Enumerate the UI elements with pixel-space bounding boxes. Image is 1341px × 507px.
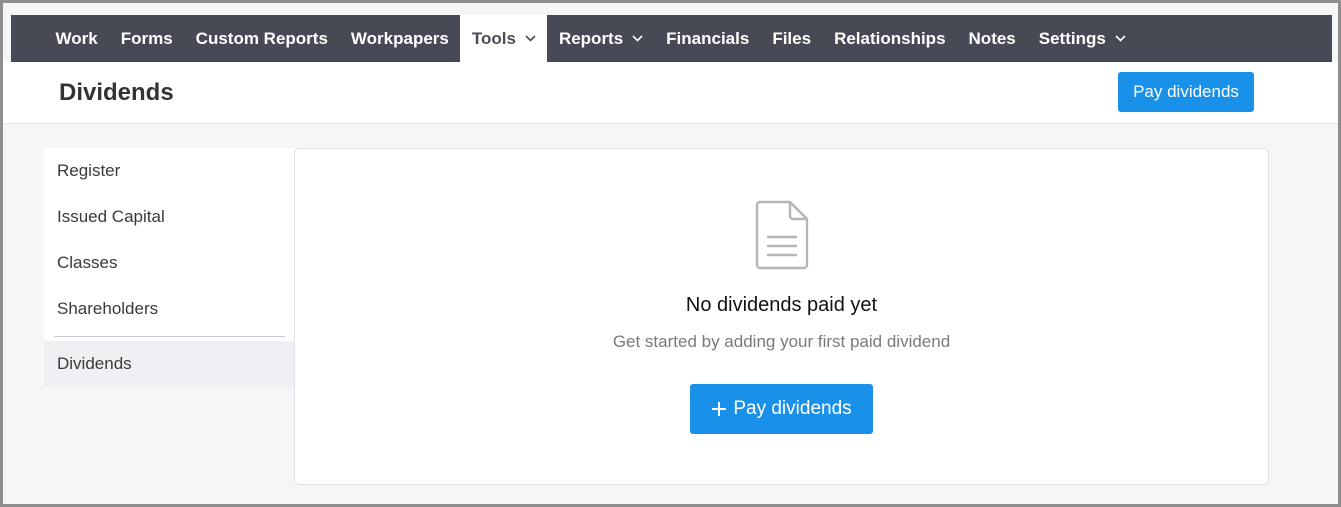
nav-item-label: Notes xyxy=(968,28,1016,48)
chevron-down-icon xyxy=(632,35,643,42)
page-title: Dividends xyxy=(59,79,174,106)
nav-item-tools[interactable]: Tools xyxy=(460,15,548,62)
sidebar-item-dividends[interactable]: Dividends xyxy=(44,341,294,387)
nav-item-label: Files xyxy=(772,28,812,48)
side-nav: Register Issued Capital Classes Sharehol… xyxy=(44,148,294,387)
chevron-down-icon xyxy=(525,35,536,42)
nav-item-label: Reports xyxy=(558,28,624,48)
nav-item-label: Settings xyxy=(1038,28,1106,48)
plus-icon xyxy=(712,402,727,416)
sidebar-item-register[interactable]: Register xyxy=(44,148,294,194)
button-label: Pay dividends xyxy=(733,398,852,419)
pay-dividends-header-button[interactable]: Pay dividends xyxy=(1118,72,1254,112)
button-label: Pay dividends xyxy=(1133,82,1239,101)
nav-item-reports[interactable]: Reports xyxy=(547,15,654,62)
sidebar-item-label: Shareholders xyxy=(57,299,159,318)
empty-state-subtitle: Get started by adding your first paid di… xyxy=(612,332,951,351)
pay-dividends-button[interactable]: Pay dividends xyxy=(690,384,873,434)
nav-item-label: Workpapers xyxy=(350,28,449,48)
nav-item-label: Tools xyxy=(471,28,516,48)
nav-item-files[interactable]: Files xyxy=(761,15,823,62)
sidebar-item-shareholders[interactable]: Shareholders xyxy=(44,286,294,332)
sidebar-item-label: Classes xyxy=(57,253,118,272)
sidebar-item-label: Issued Capital xyxy=(57,207,165,226)
nav-item-label: Custom Reports xyxy=(195,28,328,48)
empty-state-panel: No dividends paid yet Get started by add… xyxy=(294,148,1269,485)
top-nav-items: Work Forms Custom Reports Workpapers Too… xyxy=(44,15,1137,62)
nav-item-relationships[interactable]: Relationships xyxy=(823,15,957,62)
sidebar-divider xyxy=(54,336,285,337)
sidebar-item-label: Register xyxy=(57,161,121,180)
nav-item-label: Financials xyxy=(666,28,750,48)
sidebar-item-issued-capital[interactable]: Issued Capital xyxy=(44,194,294,240)
sidebar-item-label: Dividends xyxy=(57,354,132,373)
empty-state-title: No dividends paid yet xyxy=(685,294,878,316)
nav-item-label: Work xyxy=(55,28,98,48)
nav-item-custom-reports[interactable]: Custom Reports xyxy=(184,15,339,62)
nav-item-workpapers[interactable]: Workpapers xyxy=(339,15,460,62)
nav-item-financials[interactable]: Financials xyxy=(655,15,761,62)
nav-item-notes[interactable]: Notes xyxy=(957,15,1027,62)
chevron-down-icon xyxy=(1115,35,1126,42)
nav-item-work[interactable]: Work xyxy=(44,15,109,62)
nav-item-label: Relationships xyxy=(834,28,946,48)
app-frame: Work Forms Custom Reports Workpapers Too… xyxy=(0,0,1341,507)
nav-item-label: Forms xyxy=(120,28,173,48)
nav-item-forms[interactable]: Forms xyxy=(109,15,184,62)
document-icon xyxy=(755,200,809,270)
nav-item-settings[interactable]: Settings xyxy=(1027,15,1137,62)
top-nav: Work Forms Custom Reports Workpapers Too… xyxy=(11,15,1332,62)
page-header: Dividends Pay dividends xyxy=(3,62,1338,124)
sidebar-item-classes[interactable]: Classes xyxy=(44,240,294,286)
